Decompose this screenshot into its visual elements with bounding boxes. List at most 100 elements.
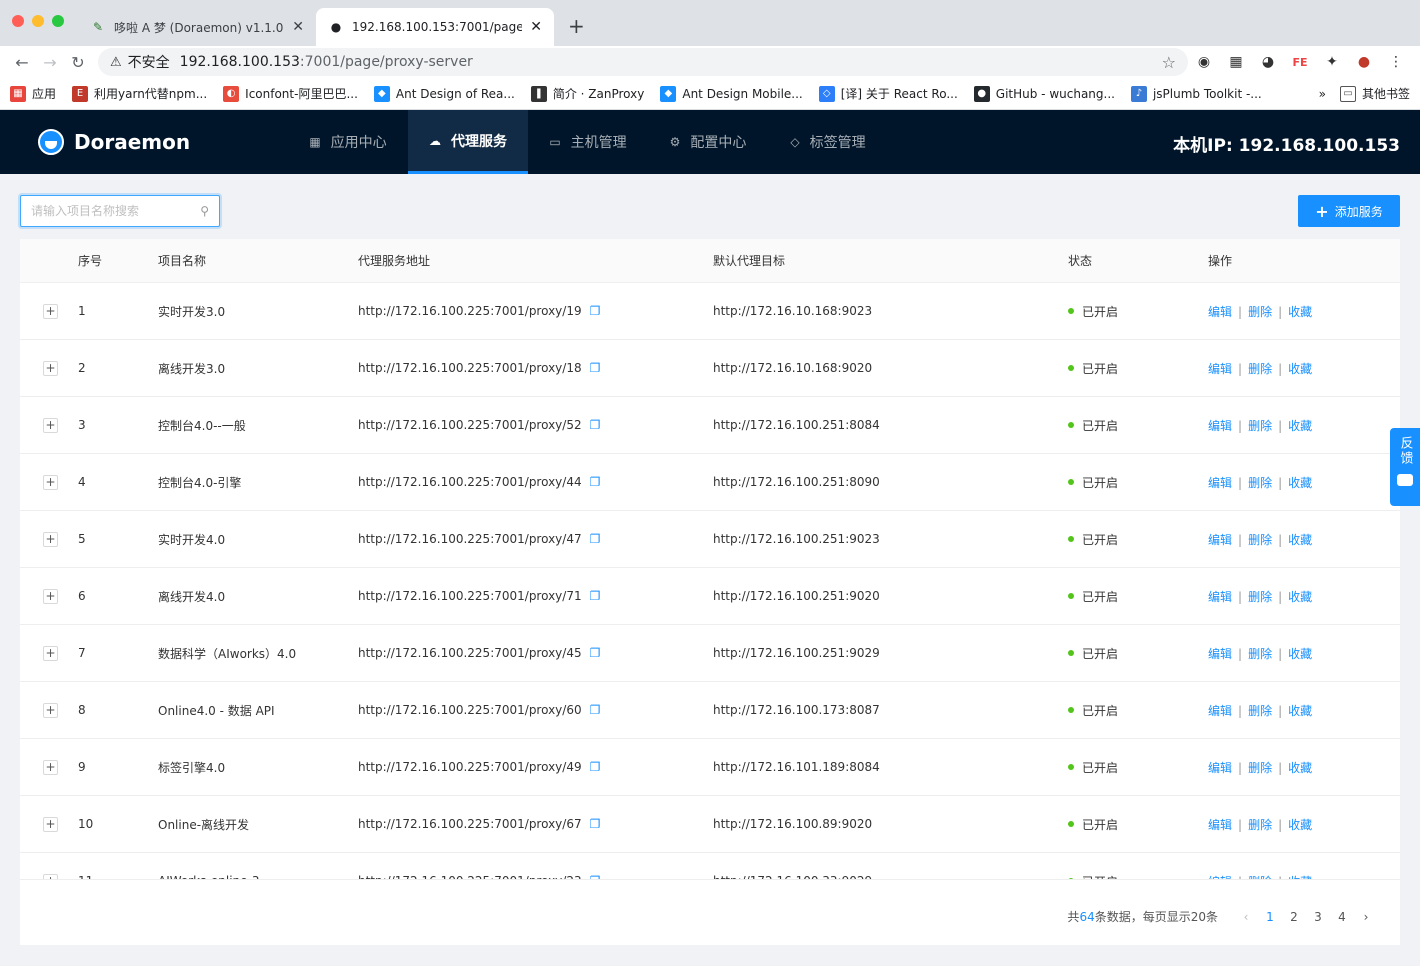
expand-row-icon[interactable]: + [43, 417, 58, 433]
edit-link[interactable]: 编辑 [1208, 647, 1232, 661]
brand-logo[interactable]: Doraemon [38, 129, 288, 155]
page-3[interactable]: 3 [1306, 910, 1330, 924]
prev-page-icon[interactable]: ‹ [1234, 910, 1258, 924]
bookmark-item[interactable]: ◐ Iconfont-阿里巴巴... [223, 85, 358, 102]
fe-extension-icon[interactable]: FE [1284, 56, 1316, 69]
nav-tag-management[interactable]: ◇ 标签管理 [768, 110, 888, 174]
delete-link[interactable]: 删除 [1248, 305, 1272, 319]
page-2[interactable]: 2 [1282, 910, 1306, 924]
delete-link[interactable]: 删除 [1248, 476, 1272, 490]
profile-avatar[interactable]: ● [1348, 54, 1380, 70]
edit-link[interactable]: 编辑 [1208, 419, 1232, 433]
delete-link[interactable]: 删除 [1248, 362, 1272, 376]
nav-host-management[interactable]: ▭ 主机管理 [528, 110, 648, 174]
project-name: 离线开发4.0 [158, 589, 226, 604]
copy-icon[interactable]: ❐ [590, 703, 601, 717]
bookmark-star-icon[interactable]: ☆ [1162, 53, 1176, 72]
close-window-button[interactable] [12, 15, 24, 27]
globe-extension-icon[interactable]: ◕ [1252, 54, 1284, 70]
bookmark-item[interactable]: ● GitHub - wuchang... [973, 85, 1115, 102]
copy-icon[interactable]: ❐ [590, 589, 601, 603]
bookmark-item[interactable]: E 利用yarn代替npm... [72, 85, 207, 102]
delete-link[interactable]: 删除 [1248, 818, 1272, 832]
favorite-link[interactable]: 收藏 [1288, 305, 1312, 319]
edit-link[interactable]: 编辑 [1208, 362, 1232, 376]
copy-icon[interactable]: ❐ [590, 361, 601, 375]
browser-tab-proxy-server[interactable]: ● 192.168.100.153:7001/page/pr… ✕ [316, 8, 554, 46]
delete-link[interactable]: 删除 [1248, 761, 1272, 775]
edit-link[interactable]: 编辑 [1208, 704, 1232, 718]
favorite-link[interactable]: 收藏 [1288, 362, 1312, 376]
favorite-link[interactable]: 收藏 [1288, 818, 1312, 832]
expand-row-icon[interactable]: + [43, 474, 58, 490]
add-service-button[interactable]: + 添加服务 [1298, 195, 1400, 227]
back-icon[interactable]: ← [8, 53, 36, 72]
edit-link[interactable]: 编辑 [1208, 761, 1232, 775]
reload-icon[interactable]: ↻ [64, 53, 92, 72]
copy-icon[interactable]: ❐ [590, 418, 601, 432]
expand-row-icon[interactable]: + [43, 531, 58, 547]
bookmark-item[interactable]: ♪ jsPlumb Toolkit -... [1130, 85, 1262, 102]
delete-link[interactable]: 删除 [1248, 704, 1272, 718]
favorite-link[interactable]: 收藏 [1288, 476, 1312, 490]
nav-app-center[interactable]: ▦ 应用中心 [288, 110, 408, 174]
copy-icon[interactable]: ❐ [590, 304, 601, 318]
search-box[interactable]: ⚲ [20, 195, 220, 227]
expand-row-icon[interactable]: + [43, 360, 58, 376]
copy-icon[interactable]: ❐ [590, 760, 601, 774]
edit-link[interactable]: 编辑 [1208, 818, 1232, 832]
search-input[interactable] [31, 204, 201, 218]
page-1[interactable]: 1 [1258, 910, 1282, 924]
favorite-link[interactable]: 收藏 [1288, 704, 1312, 718]
copy-icon[interactable]: ❐ [590, 817, 601, 831]
edit-link[interactable]: 编辑 [1208, 476, 1232, 490]
expand-row-icon[interactable]: + [43, 303, 58, 319]
favorite-link[interactable]: 收藏 [1288, 590, 1312, 604]
nav-config-center[interactable]: ⚙ 配置中心 [648, 110, 768, 174]
bookmark-item[interactable]: ◇ [译] 关于 React Ro... [818, 85, 958, 102]
bookmark-item[interactable]: ◆ Ant Design of Rea... [373, 85, 515, 102]
browser-menu-icon[interactable]: ⋮ [1380, 54, 1412, 70]
edit-link[interactable]: 编辑 [1208, 305, 1232, 319]
favorite-link[interactable]: 收藏 [1288, 761, 1312, 775]
feedback-tab[interactable]: 反馈 [1390, 428, 1420, 506]
puzzle-extension-icon[interactable]: ✦ [1316, 54, 1348, 70]
search-icon[interactable]: ⚲ [200, 204, 209, 218]
delete-link[interactable]: 删除 [1248, 590, 1272, 604]
qr-extension-icon[interactable]: ▦ [1220, 54, 1252, 70]
favorite-link[interactable]: 收藏 [1288, 647, 1312, 661]
close-tab-icon[interactable]: ✕ [530, 19, 542, 35]
bookmarks-more-icon[interactable]: » [1319, 87, 1326, 101]
edit-link[interactable]: 编辑 [1208, 590, 1232, 604]
delete-link[interactable]: 删除 [1248, 419, 1272, 433]
copy-icon[interactable]: ❐ [590, 646, 601, 660]
maximize-window-button[interactable] [52, 15, 64, 27]
favorite-link[interactable]: 收藏 [1288, 533, 1312, 547]
bookmark-item[interactable]: ▦ 应用 [10, 85, 56, 102]
next-page-icon[interactable]: › [1354, 910, 1378, 924]
cookie-extension-icon[interactable]: ◉ [1188, 54, 1220, 70]
expand-row-icon[interactable]: + [43, 645, 58, 661]
expand-row-icon[interactable]: + [43, 816, 58, 832]
delete-link[interactable]: 删除 [1248, 533, 1272, 547]
page-4[interactable]: 4 [1330, 910, 1354, 924]
delete-link[interactable]: 删除 [1248, 647, 1272, 661]
nav-proxy-service[interactable]: ☁ 代理服务 [408, 110, 528, 174]
edit-link[interactable]: 编辑 [1208, 533, 1232, 547]
other-bookmarks[interactable]: ▭ 其他书签 [1339, 85, 1410, 102]
close-tab-icon[interactable]: ✕ [292, 19, 304, 35]
favorite-link[interactable]: 收藏 [1288, 419, 1312, 433]
expand-row-icon[interactable]: + [43, 759, 58, 775]
url-field[interactable]: ⚠ 不安全 192.168.100.153 :7001/page/proxy-s… [98, 48, 1188, 76]
bookmark-item[interactable]: ❚ 简介 · ZanProxy [530, 85, 644, 102]
row-number: 1 [78, 304, 86, 318]
expand-row-icon[interactable]: + [43, 702, 58, 718]
expand-row-icon[interactable]: + [43, 588, 58, 604]
bookmark-item[interactable]: ◆ Ant Design Mobile... [660, 85, 803, 102]
minimize-window-button[interactable] [32, 15, 44, 27]
new-tab-button[interactable]: + [568, 14, 585, 38]
copy-icon[interactable]: ❐ [590, 475, 601, 489]
copy-icon[interactable]: ❐ [590, 532, 601, 546]
browser-tab-doraemon[interactable]: ✎ 哆啦 A 梦 (Doraemon) v1.1.0 (2… ✕ [78, 8, 316, 46]
forward-icon[interactable]: → [36, 53, 64, 72]
